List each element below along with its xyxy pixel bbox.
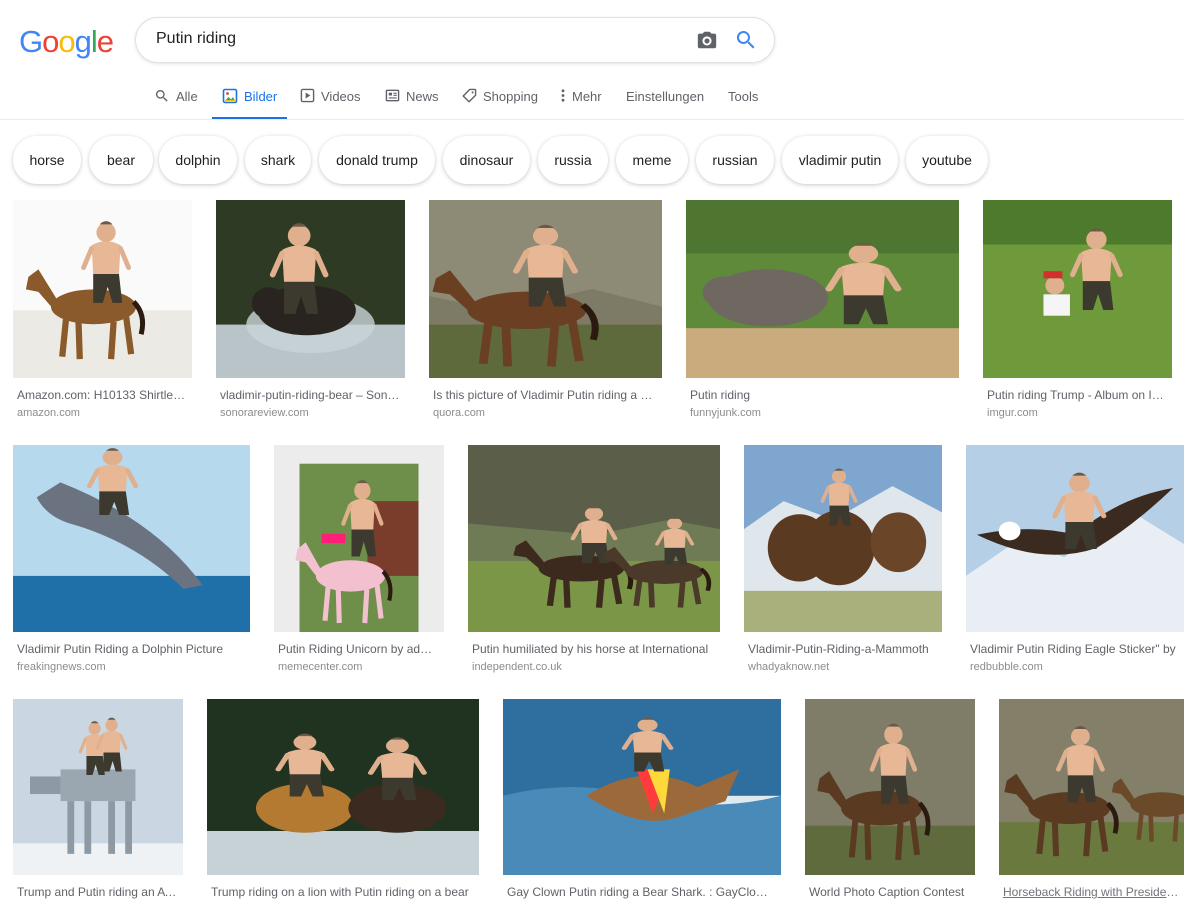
camera-icon[interactable] [696,29,718,51]
result-title[interactable]: Horseback Riding with Presidents [1003,885,1180,899]
result-title[interactable]: Gay Clown Putin riding a Bear Shark. : G… [507,885,775,899]
result-source[interactable]: freakingnews.com [17,661,106,673]
tab-label: Einstellungen [626,89,705,104]
more-vert-icon [561,89,565,102]
chip-russia[interactable]: russia [538,136,608,184]
play-icon [300,88,315,103]
result-source[interactable]: amazon.com [17,407,80,419]
logo-letter: o [58,24,75,59]
chip-russian[interactable]: russian [696,136,774,184]
result-title[interactable]: Vladimir Putin Riding Eagle Sticker" by [970,642,1180,656]
result-title[interactable]: Vladimir Putin Riding a Dolphin Picture [17,642,245,656]
result-title[interactable]: Vladimir-Putin-Riding-a-Mammoth [748,642,936,656]
result-thumbnail[interactable] [468,445,720,632]
result-thumbnail[interactable] [999,699,1184,875]
result-source[interactable]: quora.com [433,407,485,419]
result-source[interactable]: funnyjunk.com [690,407,761,419]
chip-meme[interactable]: meme [616,136,688,184]
image-result[interactable]: Putin riding funnyjunk.com [686,200,959,428]
image-result[interactable]: World Photo Caption Contest [805,699,975,905]
tag-icon [462,88,477,103]
tab-label: Videos [321,89,361,104]
result-source[interactable]: memecenter.com [278,661,362,673]
result-thumbnail[interactable] [13,699,183,875]
result-thumbnail[interactable] [274,445,444,632]
result-thumbnail[interactable] [983,200,1172,378]
tab-label: Tools [728,89,759,104]
tab-mehr[interactable]: Mehr [560,82,602,120]
chip-vladimir-putin[interactable]: vladimir putin [782,136,898,184]
image-result[interactable]: vladimir-putin-riding-bear – Sonorarevie… [216,200,405,428]
tab-einstellungen[interactable]: Einstellungen [626,82,704,120]
logo-letter: G [19,24,43,59]
image-result[interactable]: Putin humiliated by his horse at Interna… [468,445,720,682]
logo-letter: o [42,24,59,59]
search-box[interactable]: Putin riding [135,17,775,63]
result-thumbnail[interactable] [966,445,1184,632]
image-result[interactable]: Trump riding on a lion with Putin riding… [207,699,479,905]
search-icon[interactable] [734,28,758,52]
tab-tools[interactable]: Tools [728,82,758,120]
result-title[interactable]: Amazon.com: H10133 Shirtless Putin on ho… [17,388,187,402]
result-title[interactable]: vladimir-putin-riding-bear – Sonorarevie… [220,388,402,402]
result-title[interactable]: Putin Riding Unicorn by admin [278,642,438,656]
result-title[interactable]: Putin humiliated by his horse at Interna… [472,642,714,656]
image-result[interactable]: Is this picture of Vladimir Putin riding… [429,200,662,428]
search-icon [155,90,168,102]
tab-label: News [406,89,439,104]
logo-letter: g [74,24,92,59]
image-result[interactable]: Horseback Riding with Presidents [999,699,1184,905]
tab-shopping[interactable]: Shopping [462,82,538,120]
chip-donald-trump[interactable]: donald trump [319,136,435,184]
tab-label: Mehr [572,89,602,104]
result-title[interactable]: Is this picture of Vladimir Putin riding… [433,388,657,402]
chip-dolphin[interactable]: dolphin [159,136,237,184]
result-thumbnail[interactable] [429,200,662,378]
google-logo[interactable]: Google [19,24,114,60]
image-result[interactable]: Putin Riding Unicorn by admin memecenter.… [274,445,444,682]
chip-youtube[interactable]: youtube [906,136,988,184]
result-thumbnail[interactable] [503,699,781,875]
image-result[interactable]: Vladimir Putin Riding Eagle Sticker" by r… [966,445,1184,682]
tab-bilder[interactable]: Bilder [211,82,288,120]
result-title[interactable]: Putin riding Trump - Album on Imgur [987,388,1167,402]
result-thumbnail[interactable] [13,445,250,632]
image-result[interactable]: Trump and Putin riding an AT-AT [13,699,183,905]
result-source[interactable]: imgur.com [987,407,1038,419]
result-title[interactable]: Putin riding [690,388,954,402]
tab-label: Bilder [244,89,278,104]
result-thumbnail[interactable] [207,699,479,875]
result-source[interactable]: sonorareview.com [220,407,309,419]
tab-news[interactable]: News [385,82,439,120]
result-thumbnail[interactable] [744,445,942,632]
tab-label: Alle [176,89,198,104]
chip-dinosaur[interactable]: dinosaur [443,136,530,184]
result-thumbnail[interactable] [216,200,405,378]
tab-videos[interactable]: Videos [300,82,361,120]
result-thumbnail[interactable] [686,200,959,378]
result-source[interactable]: redbubble.com [970,661,1043,673]
image-icon [222,88,238,104]
logo-letter: e [96,24,114,59]
chip-shark[interactable]: shark [245,136,311,184]
tab-alle[interactable]: Alle [154,82,198,120]
header-divider [0,119,1184,120]
result-source[interactable]: independent.co.uk [472,661,562,673]
newspaper-icon [385,89,400,102]
search-input[interactable]: Putin riding [156,30,236,48]
result-thumbnail[interactable] [13,200,192,378]
result-title[interactable]: Trump and Putin riding an AT-AT [17,885,177,899]
tab-label: Shopping [483,89,538,104]
result-source[interactable]: whadyaknow.net [748,661,829,673]
result-title[interactable]: Trump riding on a lion with Putin riding… [211,885,473,899]
image-result[interactable]: Amazon.com: H10133 Shirtless Putin on ho… [13,200,192,428]
result-thumbnail[interactable] [805,699,975,875]
image-result[interactable]: Vladimir-Putin-Riding-a-Mammoth whadyakno… [744,445,942,682]
result-title[interactable]: World Photo Caption Contest [809,885,969,899]
image-result[interactable]: Gay Clown Putin riding a Bear Shark. : G… [503,699,781,905]
image-result[interactable]: Vladimir Putin Riding a Dolphin Picture f… [13,445,250,682]
chip-bear[interactable]: bear [89,136,153,184]
chip-horse[interactable]: horse [13,136,81,184]
image-result[interactable]: Putin riding Trump - Album on Imgur imgur… [983,200,1172,428]
